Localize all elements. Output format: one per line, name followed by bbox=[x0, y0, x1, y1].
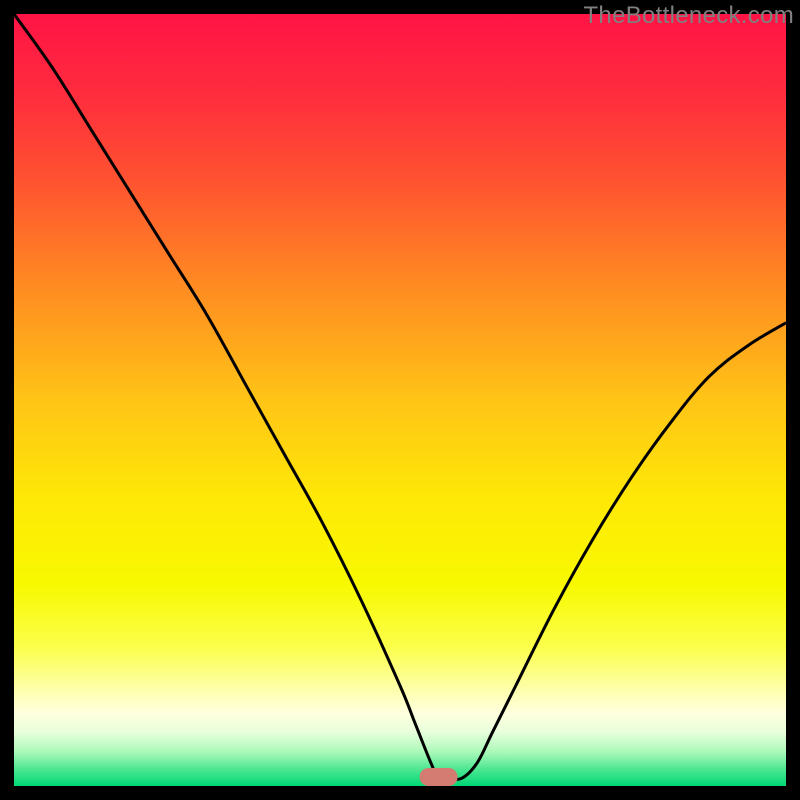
watermark-text: TheBottleneck.com bbox=[583, 2, 794, 30]
chart-frame bbox=[14, 14, 786, 786]
gradient-background bbox=[14, 14, 786, 786]
optimal-point-marker bbox=[420, 768, 458, 786]
bottleneck-chart bbox=[14, 14, 786, 786]
